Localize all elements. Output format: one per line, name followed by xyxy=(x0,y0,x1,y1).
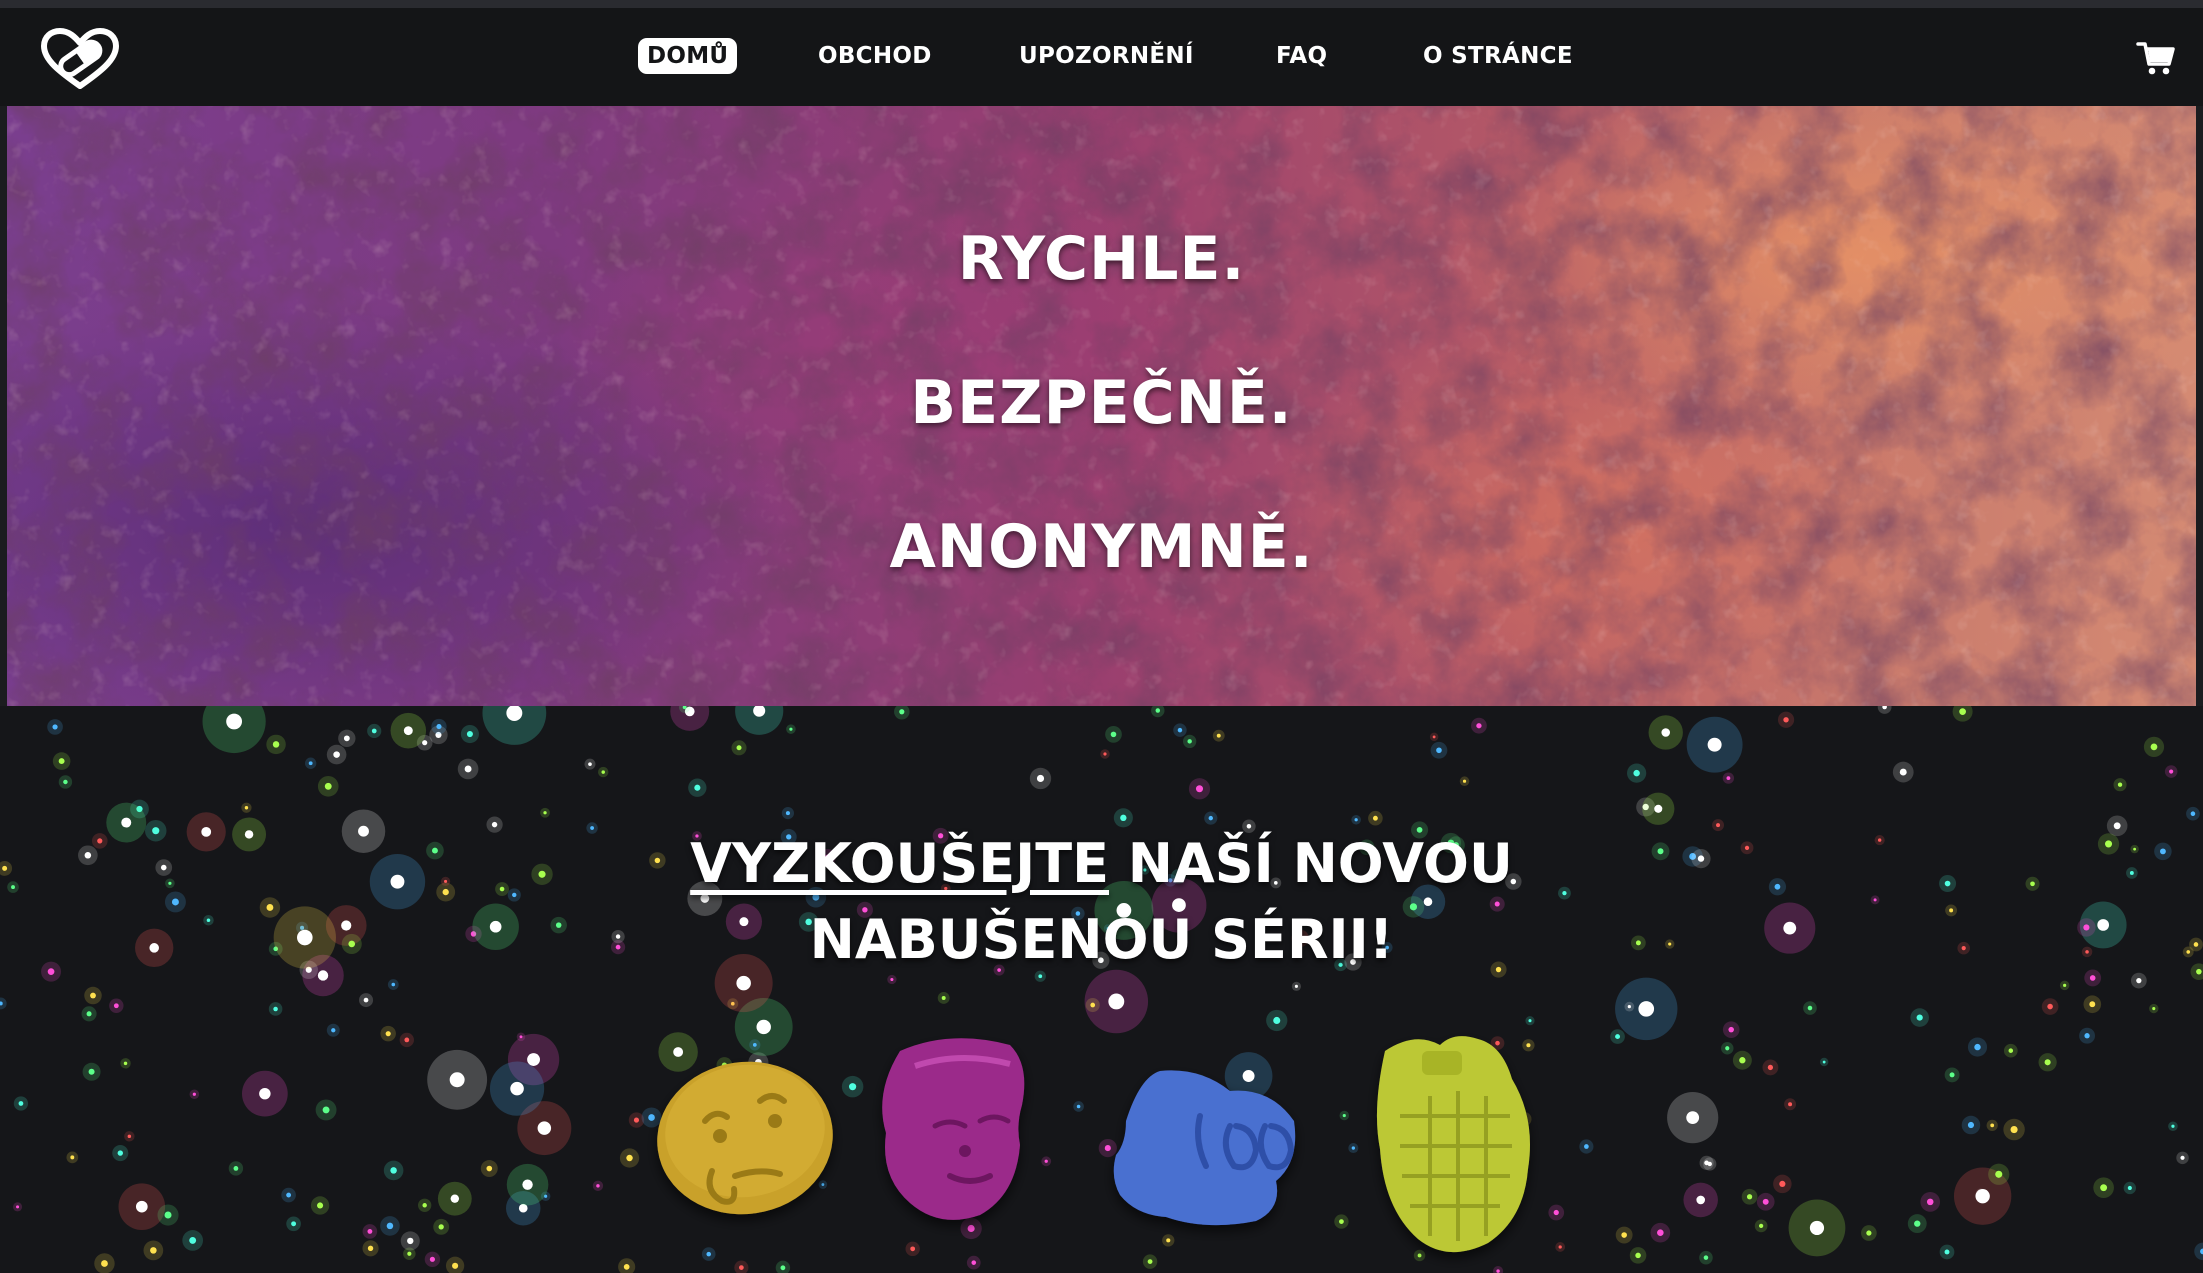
nav-item-o-strance[interactable]: O STRÁNCE xyxy=(1423,38,1573,74)
nav-item-upozorneni[interactable]: UPOZORNĚNÍ xyxy=(1019,38,1194,74)
main-nav: DOMŮ OBCHOD UPOZORNĚNÍ FAQ O STRÁNCE xyxy=(0,8,2203,106)
face-pill[interactable] xyxy=(882,1038,1025,1220)
thinking-emoji-pill[interactable] xyxy=(647,1050,842,1225)
hero-line-rychle: RYCHLE. xyxy=(957,224,1246,294)
nav-item-faq[interactable]: FAQ xyxy=(1276,38,1327,74)
top-strip xyxy=(0,0,2203,8)
product-pills xyxy=(647,1036,1530,1253)
hero-banner: RYCHLE. BEZPEČNĚ. ANONYMNĚ. xyxy=(7,106,2196,706)
hero-line-bezpecne: BEZPEČNĚ. xyxy=(910,368,1293,438)
grenade-pill[interactable] xyxy=(1376,1036,1530,1253)
nav-item-domu[interactable]: DOMŮ xyxy=(638,38,738,74)
shopping-cart-icon[interactable] xyxy=(2136,38,2176,78)
hero-line-anonymne: ANONYMNĚ. xyxy=(889,512,1314,582)
navbar: DOMŮ OBCHOD UPOZORNĚNÍ FAQ O STRÁNCE xyxy=(0,8,2203,106)
blue-pill[interactable] xyxy=(1113,1070,1296,1226)
promo-section: VYZKOUŠEJTE NAŠÍ NOVOU NABUŠENOU SÉRII! xyxy=(0,706,2203,1273)
nav-item-obchod[interactable]: OBCHOD xyxy=(818,38,932,74)
